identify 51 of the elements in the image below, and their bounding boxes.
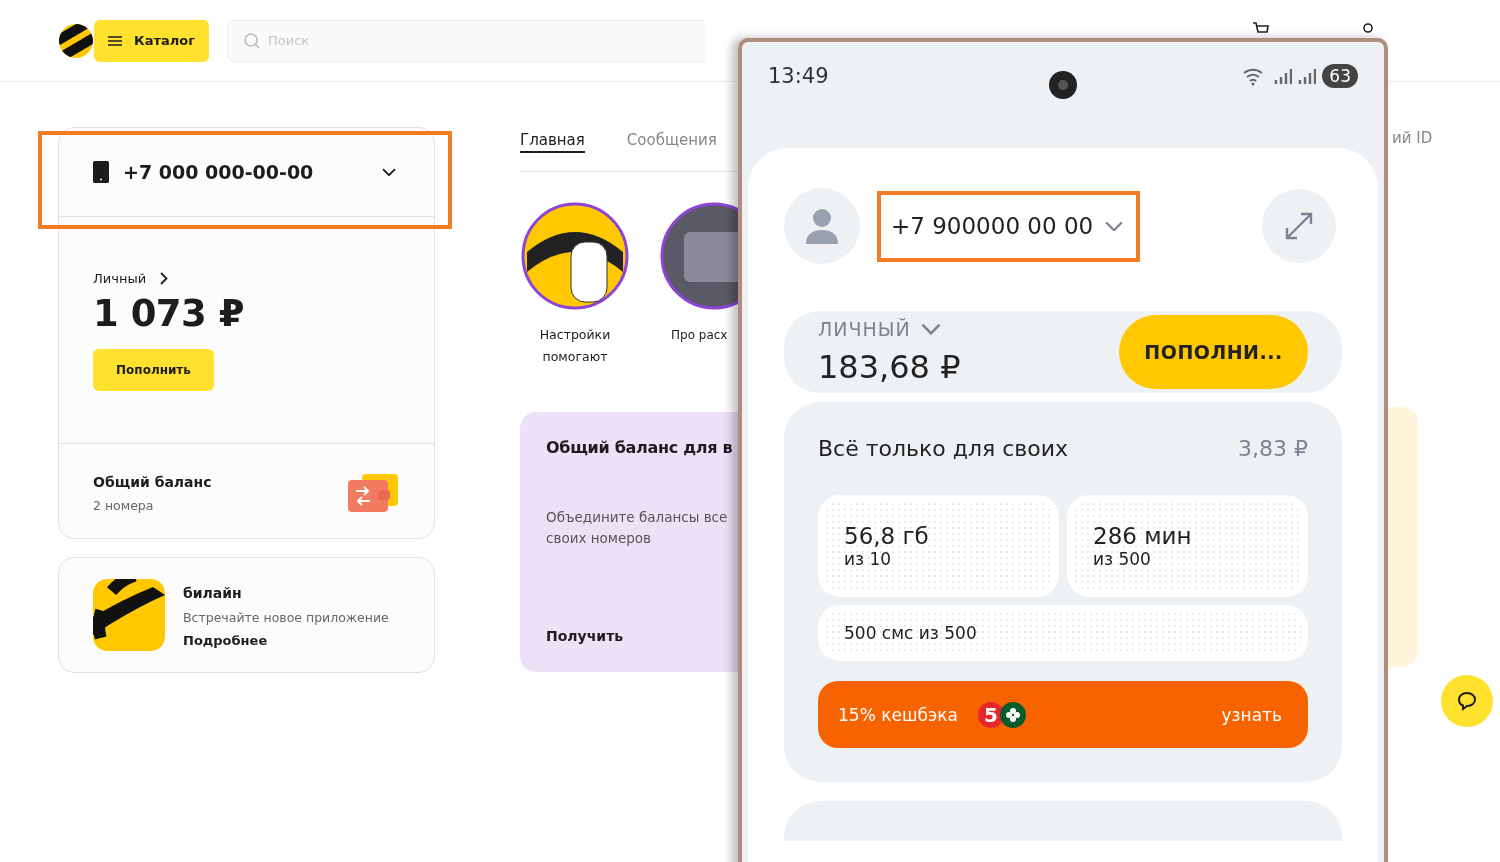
cart-icon[interactable] xyxy=(1252,22,1270,36)
balance-label[interactable]: Личный xyxy=(93,271,147,286)
logo-icon xyxy=(58,22,94,59)
sms-counter: 500 смс из 500 xyxy=(818,605,1308,661)
balance-amount: 1 073 ₽ xyxy=(93,292,244,335)
expand-icon xyxy=(1283,210,1315,242)
status-time: 13:49 xyxy=(768,64,829,88)
more-link[interactable]: Подробнее xyxy=(183,633,389,648)
app-description: Встречайте новое приложение xyxy=(183,610,389,625)
story-image[interactable] xyxy=(521,202,629,310)
menu-icon xyxy=(108,35,122,46)
usage-counter: 286 мин из 500 xyxy=(1067,495,1308,597)
signal-icon xyxy=(1298,68,1317,84)
promo-text: Объедините балансы все своих номеров xyxy=(546,508,729,548)
phone-number-selector[interactable]: +7 900000 00 00 xyxy=(877,190,1140,262)
chat-button[interactable] xyxy=(1441,675,1493,727)
chevron-down-icon xyxy=(920,323,941,335)
cashback-text: 15% кешбэка xyxy=(838,704,958,725)
top-up-button[interactable]: Пополнить xyxy=(93,349,214,391)
nav-tab[interactable]: Главная xyxy=(520,131,585,153)
app-title: билайн xyxy=(183,585,243,601)
clover-icon xyxy=(1000,701,1026,728)
user-icon[interactable] xyxy=(1362,22,1374,36)
top-up-button[interactable]: ПОПОЛНИ... xyxy=(1119,315,1308,389)
wallet-icon xyxy=(346,472,400,514)
camera-icon xyxy=(1048,70,1078,100)
tariff-title: Всё только для своих xyxy=(818,436,1069,461)
promo-title: Общий баланс для в xyxy=(546,438,734,457)
shared-balance-subtitle: 2 номера xyxy=(93,497,155,513)
get-link[interactable]: Получить xyxy=(546,628,738,644)
signal-icon xyxy=(1274,68,1293,84)
story-caption: Про расх xyxy=(670,327,728,344)
phone-number[interactable]: +7 000 000-00-00 xyxy=(123,161,368,183)
chevron-down-icon xyxy=(382,167,396,177)
search-icon xyxy=(243,31,261,50)
catalog-button[interactable]: Каталог xyxy=(94,19,209,62)
chevron-down-icon xyxy=(1105,220,1124,232)
usage-counter: 56,8 гб из 10 xyxy=(818,495,1059,597)
nav-tab[interactable]: ий ID xyxy=(1392,129,1433,147)
chevron-right-icon xyxy=(160,272,169,285)
chat-icon xyxy=(1456,690,1478,712)
tariff-price: 3,83 ₽ xyxy=(1238,436,1308,461)
battery-level: 63 xyxy=(1322,64,1358,88)
phone-icon xyxy=(93,161,109,183)
balance-amount: 183,68 ₽ xyxy=(818,348,961,386)
cashback-banner[interactable]: 15% кешбэка 5 узнать xyxy=(818,681,1308,748)
story-caption: Настройки помогают xyxy=(539,326,611,366)
store-logo: 5 xyxy=(978,701,1004,728)
nav-tab[interactable]: Сообщения xyxy=(626,131,717,151)
shared-balance-title: Общий баланс xyxy=(93,473,212,490)
app-icon xyxy=(93,579,165,651)
